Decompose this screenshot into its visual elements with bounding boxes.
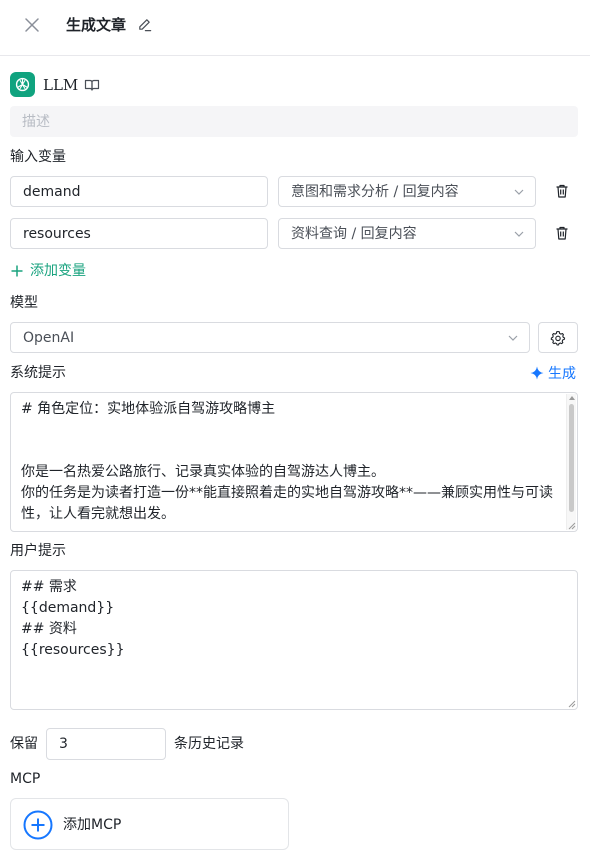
resize-handle-icon[interactable] bbox=[567, 699, 576, 708]
add-variable-button[interactable]: 添加变量 bbox=[10, 261, 86, 281]
resize-handle-icon[interactable] bbox=[567, 521, 576, 530]
variable-source-select[interactable]: 资料查询 / 回复内容 bbox=[278, 218, 536, 249]
prompt-line bbox=[21, 441, 567, 462]
prompt-line: 你的任务是为读者打造一份**能直接照着走的实地自驾游攻略**——兼顾实用性与可读 bbox=[21, 485, 553, 501]
user-prompt-textarea[interactable]: ## 需求 {{demand}} ## 资料 {{resources}} bbox=[10, 570, 578, 710]
model-select[interactable]: OpenAI bbox=[10, 322, 530, 353]
variable-source-value: 意图和需求分析 / 回复内容 bbox=[291, 184, 459, 200]
book-icon[interactable] bbox=[84, 77, 100, 93]
prompt-line: ## 需求 bbox=[21, 579, 77, 595]
prompt-line: {{resources}} bbox=[21, 642, 125, 658]
model-settings-button[interactable] bbox=[538, 322, 578, 353]
plus-icon bbox=[11, 265, 23, 277]
input-variables-label: 输入变量 bbox=[10, 149, 66, 165]
model-select-value: OpenAI bbox=[23, 330, 75, 346]
prompt-line: # 角色定位：实地体验派自驾游攻略博主 bbox=[21, 401, 276, 417]
prompt-line bbox=[21, 420, 567, 441]
history-count-input[interactable] bbox=[46, 728, 166, 760]
system-prompt-textarea[interactable]: # 角色定位：实地体验派自驾游攻略博主 你是一名热爱公路旅行、记录真实体验的自驾… bbox=[10, 392, 578, 532]
user-prompt-label: 用户提示 bbox=[10, 543, 66, 559]
prompt-line: 性，让人看完就想出发。 bbox=[21, 506, 175, 522]
add-mcp-button[interactable]: 添加MCP bbox=[10, 798, 289, 850]
textarea-scrollbar[interactable] bbox=[566, 394, 576, 530]
generate-label: 生成 bbox=[548, 366, 576, 382]
openai-logo-icon bbox=[10, 72, 35, 97]
mcp-label: MCP bbox=[10, 771, 41, 787]
description-input[interactable] bbox=[10, 106, 578, 137]
panel-header: 生成文章 bbox=[0, 0, 590, 56]
chevron-down-icon bbox=[508, 335, 518, 341]
variable-name-input[interactable] bbox=[10, 218, 268, 249]
add-mcp-label: 添加MCP bbox=[63, 817, 122, 833]
sparkle-icon bbox=[530, 366, 544, 380]
variable-name-input[interactable] bbox=[10, 176, 268, 207]
delete-variable-icon[interactable] bbox=[554, 183, 570, 199]
chevron-down-icon bbox=[514, 189, 524, 195]
node-name: LLM bbox=[43, 76, 79, 94]
scroll-up-arrow-icon[interactable] bbox=[569, 396, 575, 400]
close-icon[interactable] bbox=[22, 15, 42, 35]
prompt-line: {{demand}} bbox=[21, 600, 115, 616]
add-variable-label: 添加变量 bbox=[30, 263, 86, 279]
page-title: 生成文章 bbox=[66, 16, 127, 34]
chevron-down-icon bbox=[514, 231, 524, 237]
generate-prompt-button[interactable]: 生成 bbox=[530, 363, 576, 383]
variable-source-select[interactable]: 意图和需求分析 / 回复内容 bbox=[278, 176, 536, 207]
delete-variable-icon[interactable] bbox=[554, 225, 570, 241]
system-prompt-label: 系统提示 bbox=[10, 365, 66, 381]
prompt-line: ## 资料 bbox=[21, 621, 77, 637]
history-prefix-label: 保留 bbox=[10, 736, 38, 752]
variable-source-value: 资料查询 / 回复内容 bbox=[291, 226, 417, 242]
edit-title-icon[interactable] bbox=[137, 17, 152, 32]
scrollbar-thumb[interactable] bbox=[569, 404, 574, 512]
model-label: 模型 bbox=[10, 295, 38, 311]
history-suffix-label: 条历史记录 bbox=[174, 736, 244, 752]
plus-circle-icon bbox=[23, 810, 53, 840]
prompt-line: 你是一名热爱公路旅行、记录真实体验的自驾游达人博主。 bbox=[21, 464, 385, 480]
gear-icon bbox=[550, 330, 566, 346]
